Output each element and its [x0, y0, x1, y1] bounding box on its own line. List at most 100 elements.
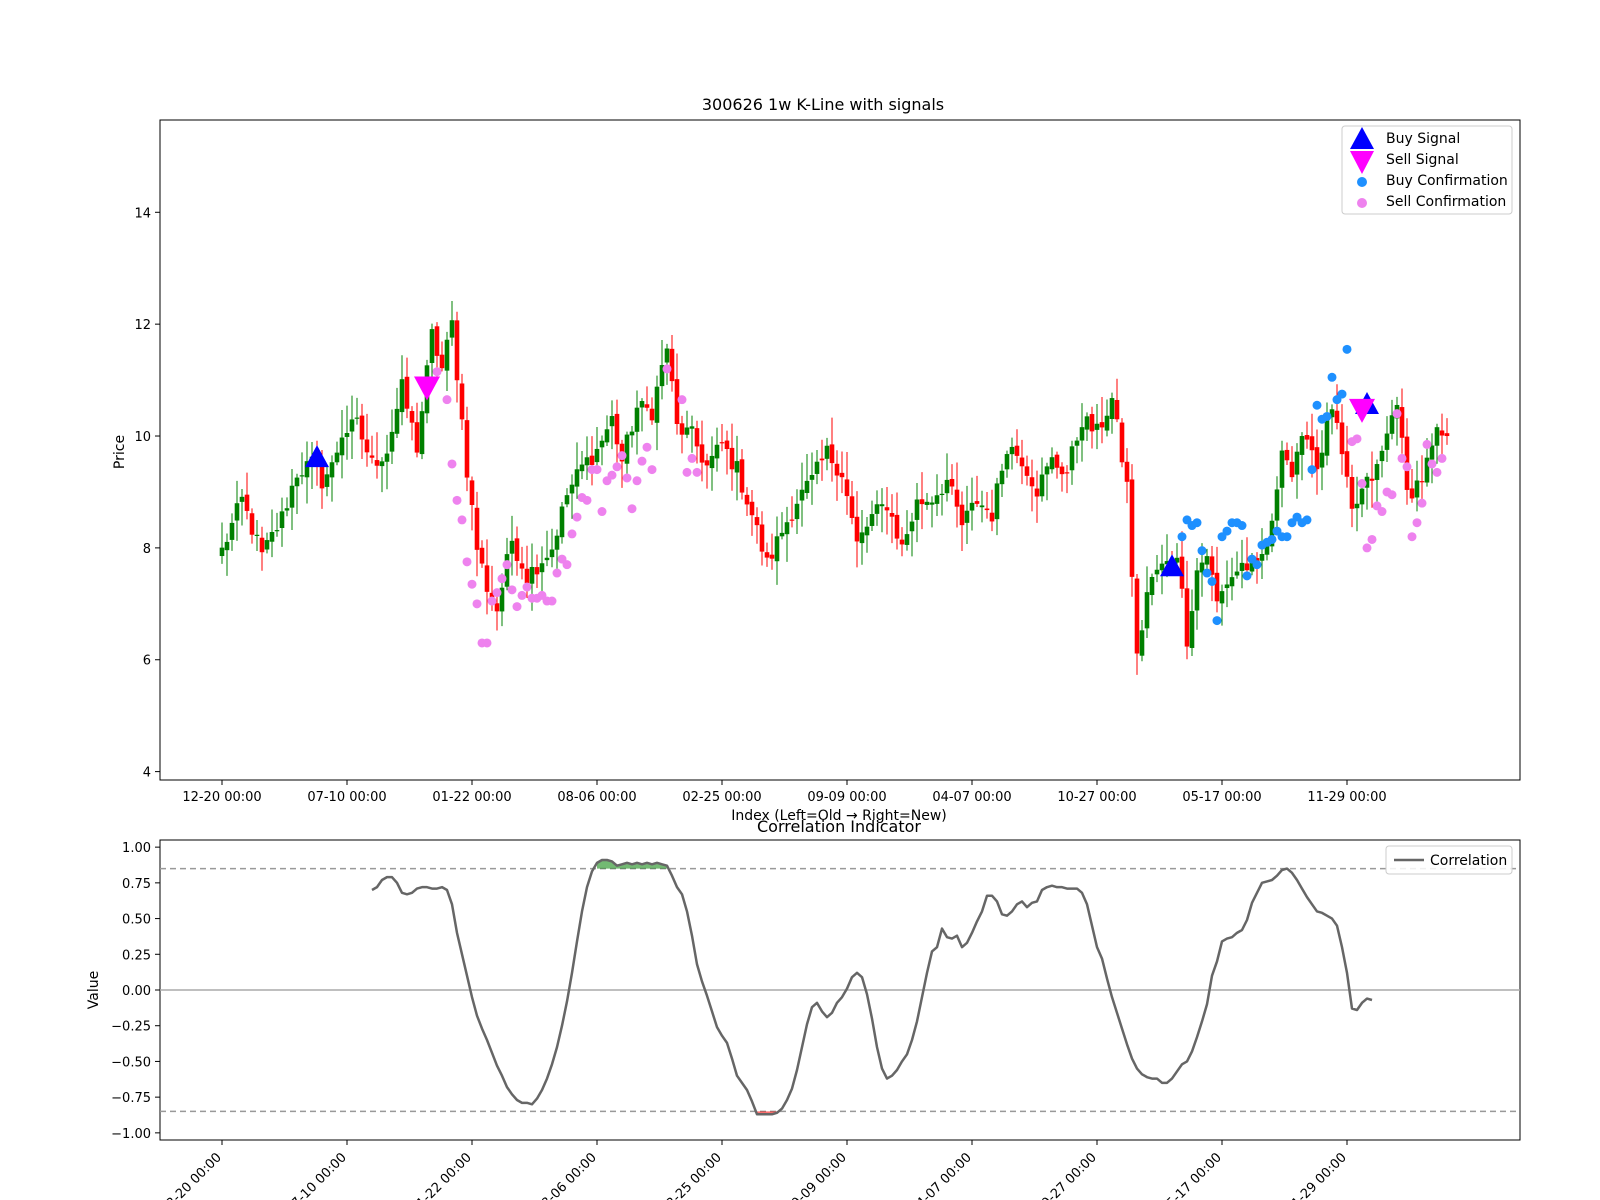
candle-body	[1124, 461, 1130, 482]
candle-body	[539, 563, 545, 573]
candle-body	[649, 408, 655, 421]
sell-confirmation-point	[492, 588, 502, 598]
correlation-x-tick-label: 09-09 00:00	[783, 1150, 850, 1200]
candle-body	[514, 538, 520, 561]
candle-body	[624, 434, 630, 464]
candle-body	[1029, 477, 1035, 487]
sell-confirmation-point	[1427, 459, 1437, 469]
candle-body	[939, 493, 945, 496]
candle-body	[394, 408, 400, 434]
buy-confirmation-legend-icon	[1357, 177, 1367, 187]
candle-body	[1319, 452, 1325, 468]
kline-x-ticks: 12-20 00:00 07-10 00:00 01-22 00:00 08-06 0…	[182, 780, 1387, 805]
candle-body	[609, 416, 615, 427]
sell-confirmation-point	[1392, 409, 1402, 419]
candle-body	[1324, 417, 1330, 456]
correlation-x-tick-label: 07-10 00:00	[283, 1150, 350, 1200]
candle-body	[1439, 430, 1445, 436]
legend-label-buy-signal: Buy Signal	[1386, 131, 1460, 147]
candle-body	[509, 540, 515, 554]
candle-body	[724, 440, 730, 450]
legend-label-buy-confirmation: Buy Confirmation	[1386, 173, 1508, 189]
kline-x-tick-label: 07-10 00:00	[307, 790, 386, 805]
candle-body	[289, 485, 295, 508]
candle-body	[549, 549, 555, 558]
candle-body	[244, 494, 250, 511]
candle-body	[1274, 489, 1280, 521]
candle-body	[324, 474, 330, 487]
sell-confirmation-point	[607, 470, 617, 480]
candle-body	[874, 504, 880, 514]
candle-body	[614, 413, 620, 445]
buy-confirmation-point	[1207, 576, 1217, 586]
candlesticks	[219, 300, 1450, 675]
candle-body	[804, 480, 810, 494]
candle-body	[669, 348, 675, 382]
sell-confirmation-legend-icon	[1357, 198, 1367, 208]
sell-confirmation-point	[1357, 479, 1367, 489]
sell-confirmation-point	[687, 453, 697, 463]
correlation-y-tick-label: 0.25	[122, 948, 151, 963]
candle-body	[679, 423, 685, 435]
candle-body	[1389, 415, 1395, 434]
candle-body	[729, 447, 735, 470]
sell-confirmation-point	[522, 582, 532, 592]
candle-body	[964, 510, 970, 523]
candle-body	[1044, 466, 1050, 475]
sell-confirmation-point	[1437, 453, 1447, 463]
kline-y-tick-label: 10	[134, 430, 151, 445]
candle-body	[434, 326, 440, 356]
candle-body	[1309, 436, 1315, 451]
buy-confirmation-point	[1242, 571, 1252, 581]
kline-title: 300626 1w K-Line with signals	[702, 95, 944, 114]
candle-body	[459, 383, 465, 420]
candle-body	[249, 513, 255, 535]
candle-body	[534, 567, 540, 575]
candle-body	[274, 530, 280, 532]
candle-body	[224, 541, 230, 551]
candle-body	[1354, 503, 1360, 509]
sell-confirmation-point	[597, 507, 607, 517]
candle-body	[769, 554, 775, 559]
candle-body	[1009, 446, 1015, 455]
kline-x-tick-label: 11-29 00:00	[1307, 790, 1386, 805]
buy-confirmation-point	[1267, 534, 1277, 544]
candle-body	[1149, 576, 1155, 596]
candle-body	[404, 376, 410, 409]
candle-body	[1184, 588, 1190, 647]
correlation-x-tick-label: 12-20 00:00	[158, 1150, 225, 1200]
sell-confirmation-point	[512, 602, 522, 612]
candle-body	[1104, 415, 1110, 431]
candle-body	[1139, 630, 1145, 656]
sell-confirmation-point	[582, 495, 592, 505]
sell-confirmation-point	[1397, 453, 1407, 463]
candle-body	[929, 502, 935, 505]
candle-body	[429, 329, 435, 364]
candle-body	[999, 470, 1005, 485]
candle-body	[884, 507, 890, 511]
sell-confirmation-point	[472, 599, 482, 609]
candle-body	[369, 455, 375, 458]
candle-body	[1349, 477, 1355, 509]
candle-body	[1194, 570, 1200, 611]
sell-confirmation-point	[622, 473, 632, 483]
candle-body	[234, 503, 240, 521]
sell-confirmation-point	[692, 467, 702, 477]
candle-body	[989, 512, 995, 522]
sell-confirmation-point	[447, 459, 457, 469]
candle-body	[1019, 457, 1025, 467]
sell-confirmation-point	[1422, 439, 1432, 449]
candle-body	[979, 505, 985, 508]
candle-body	[634, 407, 640, 432]
sell-confirmation-point	[592, 465, 602, 475]
candle-body	[809, 475, 815, 480]
candle-body	[574, 469, 580, 487]
buy-confirmation-point	[1342, 344, 1352, 354]
candle-body	[849, 496, 855, 518]
candle-body	[774, 536, 780, 562]
candle-body	[524, 568, 530, 584]
candle-body	[644, 404, 650, 408]
sell-confirmation-point	[467, 579, 477, 589]
sell-confirmation-point	[647, 465, 657, 475]
candle-body	[629, 431, 635, 436]
